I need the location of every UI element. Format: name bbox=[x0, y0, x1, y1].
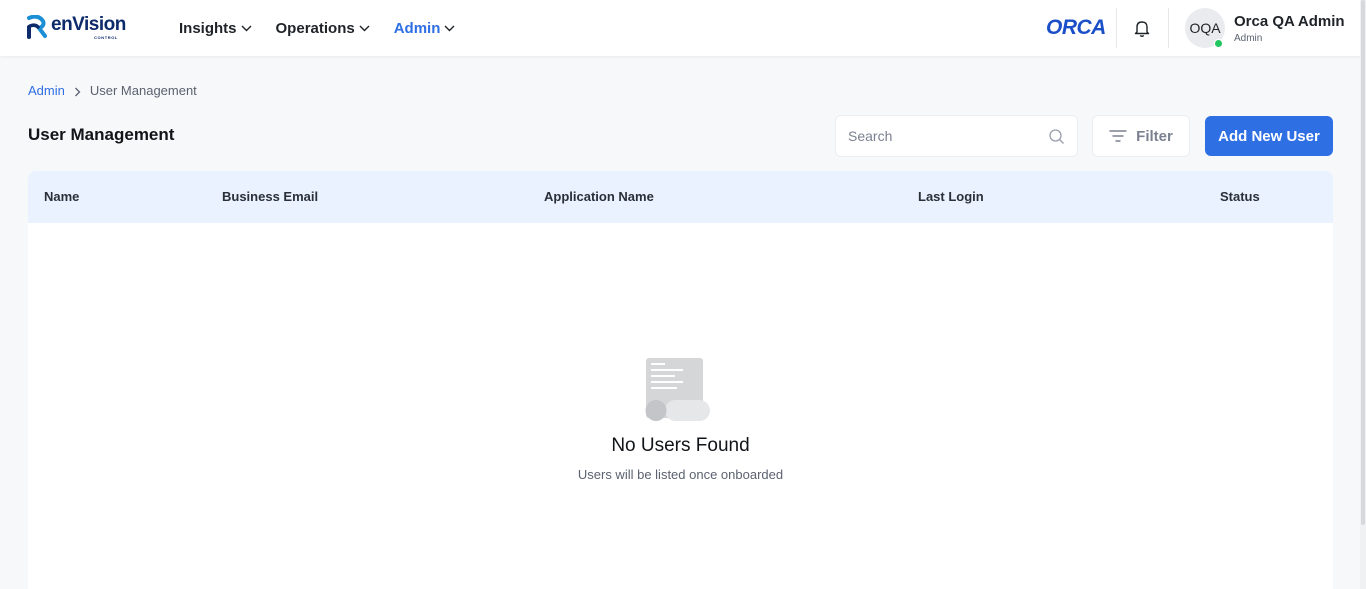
divider bbox=[1168, 8, 1169, 48]
column-header-status[interactable]: Status bbox=[1220, 189, 1260, 204]
chevron-down-icon bbox=[444, 25, 455, 32]
breadcrumb: Admin User Management bbox=[28, 81, 197, 99]
bell-icon[interactable] bbox=[1132, 18, 1152, 38]
empty-state-title: No Users Found bbox=[611, 435, 750, 456]
user-name[interactable]: Orca QA Admin bbox=[1234, 13, 1345, 30]
chevron-right-icon bbox=[74, 85, 81, 97]
orca-logo: ORCA bbox=[1046, 16, 1106, 39]
nav-admin[interactable]: Admin bbox=[394, 20, 456, 37]
users-table: Name Business Email Application Name Las… bbox=[28, 171, 1333, 589]
avatar[interactable]: OQA bbox=[1185, 8, 1225, 48]
breadcrumb-current: User Management bbox=[89, 82, 197, 98]
user-role: Admin bbox=[1234, 33, 1263, 44]
empty-document-icon bbox=[645, 358, 710, 421]
nav-insights-label: Insights bbox=[179, 19, 237, 37]
chevron-down-icon bbox=[359, 25, 370, 32]
empty-state-subtitle: Users will be listed once onboarded bbox=[577, 467, 784, 482]
filter-button[interactable]: Filter bbox=[1092, 115, 1190, 157]
nav-operations-label: Operations bbox=[275, 19, 355, 37]
add-new-user-button[interactable]: Add New User bbox=[1205, 116, 1333, 156]
main-nav: Insights Operations Admin bbox=[179, 0, 479, 56]
search-input[interactable] bbox=[848, 126, 1043, 146]
nav-admin-label: Admin bbox=[393, 19, 441, 37]
search-field[interactable] bbox=[835, 115, 1078, 157]
column-header-business-email[interactable]: Business Email bbox=[222, 189, 318, 204]
page-title: User Management bbox=[28, 125, 175, 144]
breadcrumb-admin-link[interactable]: Admin bbox=[28, 83, 65, 98]
scrollbar-thumb[interactable] bbox=[1361, 0, 1365, 525]
filter-label: Filter bbox=[1136, 127, 1173, 145]
divider bbox=[1116, 8, 1117, 48]
search-icon[interactable] bbox=[1048, 128, 1065, 145]
nav-operations[interactable]: Operations bbox=[276, 20, 370, 37]
filter-icon bbox=[1109, 130, 1127, 142]
column-header-name[interactable]: Name bbox=[44, 189, 79, 204]
online-status-dot bbox=[1214, 39, 1223, 48]
top-navigation-bar: enVision CONTROL Insights Operations Adm… bbox=[0, 0, 1366, 56]
logo-wordmark: enVision bbox=[51, 14, 126, 35]
column-header-last-login[interactable]: Last Login bbox=[918, 189, 984, 204]
envision-logo-icon bbox=[27, 15, 47, 39]
avatar-initials: OQA bbox=[1189, 20, 1221, 36]
chevron-down-icon bbox=[241, 25, 252, 32]
logo-subtitle: CONTROL bbox=[94, 35, 118, 40]
page-scrollbar[interactable] bbox=[1360, 0, 1366, 589]
column-header-application-name[interactable]: Application Name bbox=[544, 189, 654, 204]
nav-insights[interactable]: Insights bbox=[179, 20, 252, 37]
envision-logo[interactable]: enVision CONTROL bbox=[26, 14, 130, 44]
table-header-row: Name Business Email Application Name Las… bbox=[28, 171, 1333, 223]
